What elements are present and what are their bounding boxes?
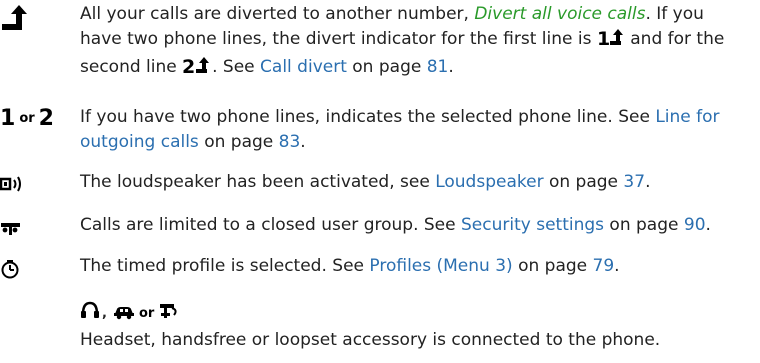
divert-description: All your calls are diverted to another n… xyxy=(80,2,750,83)
loopset-icon xyxy=(158,300,180,328)
timed-profile-description: The timed profile is selected. See Profi… xyxy=(80,256,620,276)
line-indicator-icons: 1 or 2 xyxy=(0,105,90,131)
divert-line1-icon: 1 xyxy=(597,28,625,55)
line-description: If you have two phone lines, indicates t… xyxy=(80,107,720,152)
accessory-description: Headset, handsfree or loopset accessory … xyxy=(80,330,661,350)
line2-icon: 2 xyxy=(38,106,54,131)
svg-text:1: 1 xyxy=(597,29,610,47)
or-label: or xyxy=(19,111,35,126)
line1-icon: 1 xyxy=(0,106,16,131)
security-settings-link[interactable]: Security settings xyxy=(461,215,604,235)
loudspeaker-link[interactable]: Loudspeaker xyxy=(435,172,543,192)
line-page-link[interactable]: 83 xyxy=(279,132,301,152)
loudspeaker-icon xyxy=(0,170,80,195)
divert-arrow-icon xyxy=(0,2,80,30)
headset-icon xyxy=(80,300,100,328)
closed-user-group-description: Calls are limited to a closed user group… xyxy=(80,215,711,235)
divert-line2-icon: 2 xyxy=(182,56,212,83)
loudspeaker-page-link[interactable]: 37 xyxy=(623,172,645,192)
svg-text:2: 2 xyxy=(182,57,195,75)
divert-all-voice-calls-link[interactable]: Divert all voice calls xyxy=(474,4,645,24)
divert-text-1: All your calls are diverted to another n… xyxy=(80,4,475,24)
handsfree-car-icon xyxy=(113,302,135,328)
or-label: or xyxy=(138,306,155,321)
profiles-page-link[interactable]: 79 xyxy=(593,256,615,276)
call-divert-link[interactable]: Call divert xyxy=(260,57,347,77)
call-divert-page-link[interactable]: 81 xyxy=(427,57,449,77)
loudspeaker-description: The loudspeaker has been activated, see … xyxy=(80,172,651,192)
divert-text-5: on page xyxy=(346,57,427,77)
profiles-menu-link[interactable]: Profiles (Menu 3) xyxy=(369,256,512,276)
security-settings-page-link[interactable]: 90 xyxy=(684,215,706,235)
accessory-icons: , or xyxy=(80,300,180,326)
divert-text-4: . See xyxy=(212,57,261,77)
closed-user-group-icon xyxy=(0,213,80,238)
clock-icon xyxy=(0,254,80,279)
